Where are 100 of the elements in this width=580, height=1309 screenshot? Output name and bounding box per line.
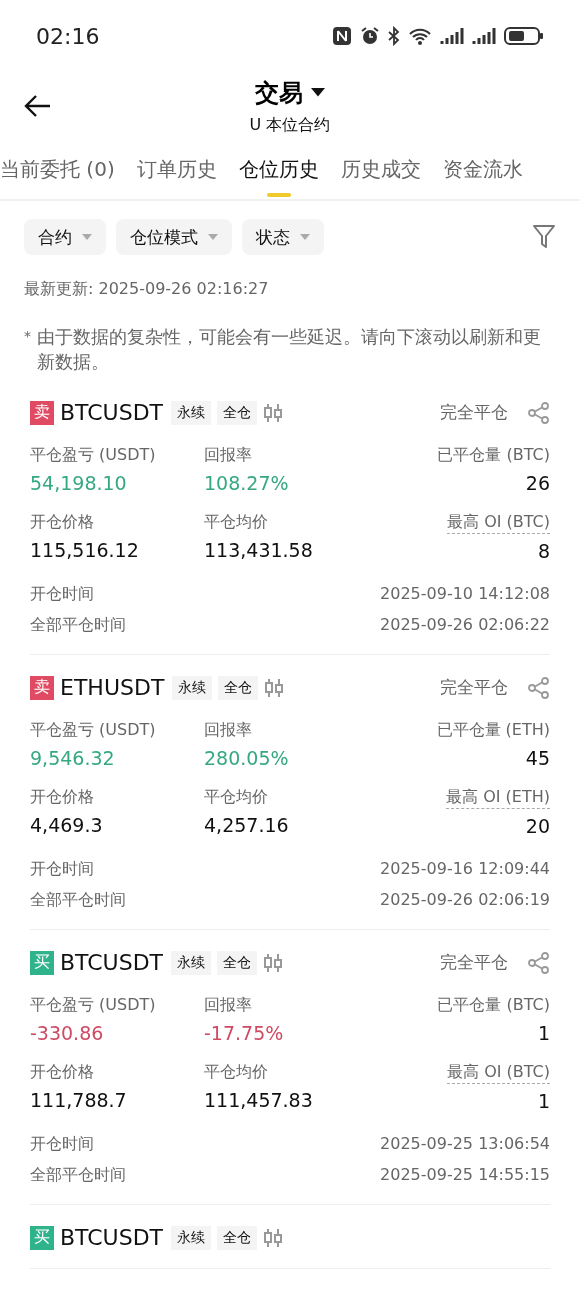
symbol: ETHUSDT — [60, 675, 165, 700]
field-value: 1 — [537, 1022, 550, 1044]
roi-value: 108.27% — [204, 472, 289, 494]
status-text: 完全平仓 — [440, 401, 508, 424]
clock-time: 02:16 — [36, 23, 100, 49]
filter-dropdown[interactable]: 合约 — [24, 219, 106, 255]
field-label: 平仓盈亏 (USDT) — [30, 445, 156, 466]
roi-value: 280.05% — [204, 747, 289, 769]
last-update-text: 最新更新: 2025-09-26 02:16:27 — [23, 278, 270, 300]
status-text: 完全平仓 — [440, 676, 508, 699]
tab[interactable]: 当前委托 (0) — [0, 152, 115, 199]
share-icon[interactable] — [528, 401, 550, 424]
field-label: 开仓价格 — [30, 512, 94, 533]
side-badge: 买 — [30, 1225, 54, 1250]
field-label: 全部平仓时间 — [30, 615, 126, 636]
field-label: 已平仓量 (BTC) — [437, 995, 550, 1016]
field-label: 开仓时间 — [30, 859, 94, 880]
bluetooth-icon — [388, 26, 400, 46]
tab[interactable]: 资金流水 — [442, 152, 523, 199]
caret-icon — [311, 88, 325, 97]
field-value: 4,469.3 — [30, 814, 103, 836]
wifi-icon — [408, 26, 432, 46]
tag: 永续 — [171, 950, 212, 975]
field-label: 开仓时间 — [30, 1134, 94, 1155]
note-mark: * — [24, 327, 31, 346]
field-label[interactable]: 最高 OI (BTC) — [447, 1062, 550, 1084]
time-value: 2025-09-10 14:12:08 — [380, 584, 550, 605]
caret-icon — [300, 234, 310, 240]
note-text: 由于数据的复杂性，可能会有一些延迟。请向下滚动以刷新和更新数据。 — [37, 325, 542, 374]
field-label: 平仓均价 — [204, 787, 268, 808]
field-label: 回报率 — [204, 720, 252, 741]
filter-icon[interactable] — [532, 224, 556, 250]
field-label: 平仓均价 — [204, 1062, 268, 1083]
tab[interactable]: 历史成交 — [340, 152, 421, 199]
field-value: 45 — [525, 747, 550, 769]
signal-icon — [440, 27, 464, 45]
candlestick-icon[interactable] — [263, 1226, 284, 1249]
pnl-value: 54,198.10 — [30, 472, 127, 494]
candlestick-icon[interactable] — [264, 676, 285, 699]
title-dropdown[interactable]: 交易 — [255, 76, 325, 109]
share-icon[interactable] — [528, 676, 550, 699]
alarm-icon — [360, 26, 380, 46]
tab[interactable]: 订单历史 — [136, 152, 217, 199]
field-label: 平仓均价 — [204, 512, 268, 533]
status-text: 完全平仓 — [440, 951, 508, 974]
filter-dropdown[interactable]: 状态 — [242, 219, 324, 255]
time-value: 2025-09-25 13:06:54 — [380, 1134, 550, 1155]
time-value: 2025-09-25 14:55:15 — [380, 1165, 550, 1186]
field-value: 26 — [525, 472, 550, 494]
symbol: BTCUSDT — [60, 950, 164, 975]
subtitle: U 本位合约 — [249, 114, 331, 136]
field-value: 111,788.7 — [30, 1089, 127, 1111]
pnl-value: -330.86 — [30, 1022, 104, 1044]
field-label: 平仓盈亏 (USDT) — [30, 720, 156, 741]
roi-value: -17.75% — [204, 1022, 284, 1044]
battery-icon — [504, 26, 544, 46]
signal-icon — [472, 27, 496, 45]
field-label: 已平仓量 (ETH) — [436, 720, 550, 741]
side-badge: 买 — [30, 950, 54, 975]
tag: 全仓 — [217, 400, 258, 425]
caret-icon — [82, 234, 92, 240]
field-label: 开仓价格 — [30, 1062, 94, 1083]
field-value: 1 — [537, 1090, 550, 1112]
field-value: 111,457.83 — [204, 1089, 313, 1111]
field-label: 开仓价格 — [30, 787, 94, 808]
field-value: 4,257.16 — [204, 814, 289, 836]
tab[interactable]: 仓位历史 — [238, 152, 319, 199]
time-value: 2025-09-16 12:09:44 — [380, 859, 550, 880]
field-label: 回报率 — [204, 445, 252, 466]
time-value: 2025-09-26 02:06:22 — [380, 615, 550, 636]
side-badge: 卖 — [30, 400, 54, 425]
side-badge: 卖 — [30, 675, 54, 700]
field-value: 8 — [537, 540, 550, 562]
field-label: 开仓时间 — [30, 584, 94, 605]
field-label: 平仓盈亏 (USDT) — [30, 995, 156, 1016]
pnl-value: 9,546.32 — [30, 747, 115, 769]
tag: 全仓 — [217, 1225, 258, 1250]
share-icon[interactable] — [528, 951, 550, 974]
tag: 永续 — [172, 675, 213, 700]
caret-icon — [208, 234, 218, 240]
field-label: 回报率 — [204, 995, 252, 1016]
field-label: 已平仓量 (BTC) — [437, 445, 550, 466]
field-value: 115,516.12 — [30, 539, 139, 561]
nfc-icon — [332, 26, 352, 46]
symbol: BTCUSDT — [60, 400, 164, 425]
candlestick-icon[interactable] — [263, 401, 284, 424]
field-value: 113,431.58 — [204, 539, 313, 561]
time-value: 2025-09-26 02:06:19 — [380, 890, 550, 911]
field-value: 20 — [525, 815, 550, 837]
tag: 永续 — [171, 400, 212, 425]
symbol: BTCUSDT — [60, 1225, 164, 1250]
tag: 全仓 — [217, 950, 258, 975]
tag: 全仓 — [218, 675, 259, 700]
tag: 永续 — [171, 1225, 212, 1250]
filter-dropdown[interactable]: 仓位模式 — [116, 219, 232, 255]
candlestick-icon[interactable] — [263, 951, 284, 974]
field-label[interactable]: 最高 OI (ETH) — [446, 787, 550, 809]
field-label: 全部平仓时间 — [30, 890, 126, 911]
field-label[interactable]: 最高 OI (BTC) — [447, 512, 550, 534]
field-label: 全部平仓时间 — [30, 1165, 126, 1186]
